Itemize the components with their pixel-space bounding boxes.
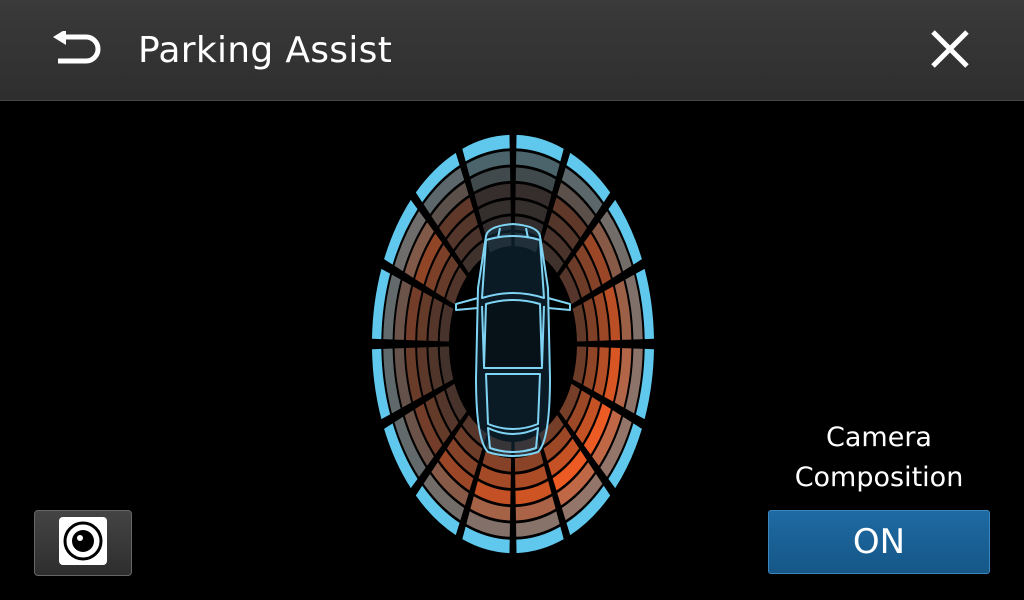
close-button[interactable]	[910, 14, 990, 88]
camera-composition-label: Camera Composition	[770, 418, 988, 498]
camera-view-button[interactable]	[34, 510, 132, 576]
header-bar: Parking Assist	[0, 0, 1024, 101]
camera-composition-toggle[interactable]: ON	[768, 510, 990, 574]
close-icon	[930, 29, 970, 73]
back-button[interactable]	[38, 22, 114, 80]
camera-icon	[58, 516, 108, 570]
parking-sensor-view	[360, 128, 666, 560]
camera-composition-label-line2: Composition	[794, 462, 964, 493]
car-top-view-icon	[455, 223, 571, 457]
page-title: Parking Assist	[138, 30, 393, 71]
camera-composition-label-line1: Camera	[826, 422, 932, 453]
back-arrow-icon	[50, 29, 102, 71]
